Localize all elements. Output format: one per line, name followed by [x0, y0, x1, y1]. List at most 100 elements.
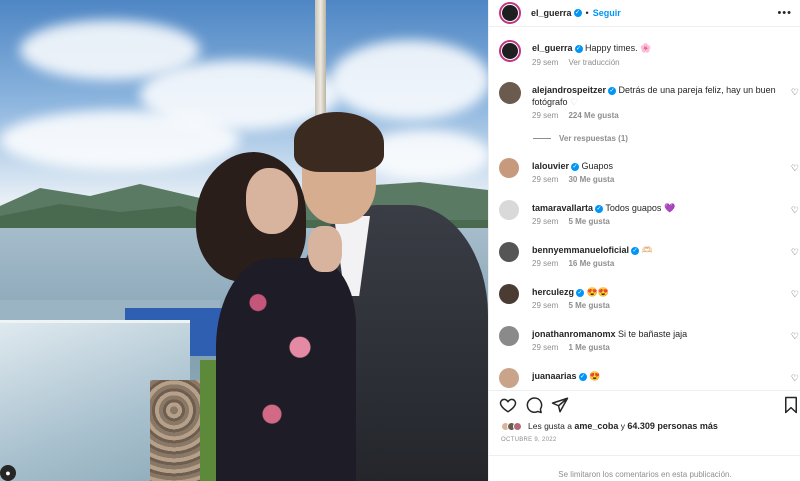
like-comment-icon[interactable]: ♡: [791, 205, 799, 216]
woman-dress: [216, 258, 356, 481]
comments-limited-notice: Se limitaron los comentarios en esta pub…: [489, 455, 800, 481]
comment-age: 29 sem: [532, 343, 559, 352]
comment-username[interactable]: tamaravallarta: [532, 203, 593, 213]
comment-age: 29 sem: [532, 259, 559, 268]
verified-icon: ✓: [573, 9, 582, 17]
woman-hand: [308, 226, 342, 272]
more-icon[interactable]: •••: [777, 7, 792, 19]
like-comment-icon[interactable]: ♡: [791, 247, 799, 258]
caption-body: el_guerra ✓ Happy times. 🌸: [532, 42, 782, 54]
author-username[interactable]: el_guerra: [531, 8, 572, 18]
comment-likes[interactable]: 224 Me gusta: [568, 111, 618, 120]
commenter-avatar[interactable]: [499, 158, 519, 178]
tagged-user-icon[interactable]: ●: [0, 465, 16, 481]
cloud: [330, 40, 488, 120]
comment-meta: 29 sem 1 Me gusta: [532, 343, 618, 352]
replies-line: [533, 138, 551, 140]
like-comment-icon[interactable]: ♡: [791, 87, 799, 98]
liker-avatar: [513, 421, 522, 431]
comment-body: jonathanromanomx Si te bañaste jaja: [532, 328, 782, 340]
commenter-avatar[interactable]: [499, 242, 519, 262]
comment-username[interactable]: lalouvier: [532, 161, 569, 171]
commenter-avatar[interactable]: [499, 368, 519, 388]
comment-age: 29 sem: [532, 175, 559, 184]
flower-emoji: 🌸: [640, 43, 652, 53]
comment-text: Si te bañaste jaja: [618, 329, 688, 339]
comment-username[interactable]: jonathanromanomx: [532, 329, 616, 339]
comment-username[interactable]: alejandrospeitzer: [532, 85, 606, 95]
comment-body: herculezg ✓ 😍😍: [532, 286, 782, 298]
view-replies-label: Ver respuestas (1): [559, 134, 628, 143]
caption-text: Happy times.: [585, 43, 638, 53]
man-hair: [294, 112, 384, 172]
share-icon[interactable]: [551, 396, 569, 414]
comment-username[interactable]: juanaarias: [532, 371, 577, 381]
likes-count[interactable]: 64.309 personas más: [627, 421, 718, 431]
comment-username[interactable]: herculezg: [532, 287, 574, 297]
comment-body: tamaravallarta ✓ Todos guapos 💜: [532, 202, 782, 214]
verified-icon: ✓: [631, 246, 640, 255]
post-side-panel: el_guerra ✓ • Seguir ••• el_guerra ✓ Happ…: [488, 0, 800, 481]
comment-likes[interactable]: 5 Me gusta: [568, 217, 609, 226]
likes-middle: y: [620, 421, 625, 431]
comment-icon[interactable]: [525, 396, 543, 414]
commenter-avatar[interactable]: [499, 82, 521, 104]
action-bar: [489, 390, 800, 418]
caption-username[interactable]: el_guerra: [532, 43, 573, 53]
post-header: el_guerra ✓ • Seguir •••: [489, 0, 800, 27]
verified-icon: ✓: [576, 288, 585, 297]
likes-prefix: Les gusta a: [528, 421, 572, 431]
commenter-avatar[interactable]: [499, 200, 519, 220]
comment-meta: 29 sem 16 Me gusta: [532, 259, 622, 268]
follow-button[interactable]: Seguir: [593, 8, 621, 18]
comment-text: Guapos: [581, 161, 614, 171]
comment-body: lalouvier ✓ Guapos: [532, 160, 782, 172]
commenter-avatar[interactable]: [499, 326, 519, 346]
comments-list[interactable]: el_guerra ✓ Happy times. 🌸 29 sem Ver tra…: [489, 28, 800, 388]
author-avatar[interactable]: [499, 2, 521, 24]
comment-text: 🫶🏻: [641, 245, 653, 255]
pole: [315, 0, 326, 125]
like-comment-icon[interactable]: ♡: [791, 163, 799, 174]
comment-text: 😍😍: [586, 287, 609, 297]
comment-username[interactable]: bennyemmanueloficial: [532, 245, 629, 255]
separator: •: [585, 8, 589, 18]
cloud: [0, 110, 240, 170]
caption-meta: 29 sem Ver traducción: [532, 58, 628, 67]
comment-body: alejandrospeitzer ✓ Detrás de una pareja …: [532, 84, 782, 108]
comment-age: 29 sem: [532, 301, 559, 310]
comment-likes[interactable]: 1 Me gusta: [568, 343, 609, 352]
like-comment-icon[interactable]: ♡: [791, 331, 799, 342]
caption-avatar[interactable]: [499, 40, 521, 62]
verified-icon: ✓: [574, 44, 583, 53]
likes-summary[interactable]: Les gusta a ame_coba y 64.309 personas m…: [501, 421, 718, 431]
commenter-avatar[interactable]: [499, 284, 519, 304]
view-replies[interactable]: Ver respuestas (1): [533, 134, 628, 143]
comment-likes[interactable]: 30 Me gusta: [568, 175, 614, 184]
purple-heart-emoji: 💜: [663, 203, 676, 213]
likes-user[interactable]: ame_coba: [574, 421, 618, 431]
comment-likes[interactable]: 16 Me gusta: [568, 259, 614, 268]
comment-meta: 29 sem 5 Me gusta: [532, 217, 618, 226]
comment-text: Todos guapos: [605, 203, 662, 213]
verified-icon: ✓: [578, 372, 587, 381]
woman-face: [246, 168, 298, 234]
heart-icon[interactable]: [499, 396, 517, 414]
comment-age: 29 sem: [532, 111, 559, 120]
like-comment-icon[interactable]: ♡: [791, 289, 799, 300]
caption-age[interactable]: 29 sem: [532, 58, 558, 67]
comment-body: juanaarias ✓ 😍: [532, 370, 782, 382]
like-comment-icon[interactable]: ♡: [791, 373, 799, 384]
post-date[interactable]: OCTUBRE 9, 2022: [501, 437, 557, 443]
post-photo[interactable]: ●: [0, 0, 488, 481]
comment-body: bennyemmanueloficial ✓ 🫶🏻: [532, 244, 782, 256]
bookmark-icon[interactable]: [783, 396, 799, 414]
verified-icon: ✓: [608, 86, 617, 95]
verified-icon: ✓: [571, 162, 580, 171]
verified-icon: ✓: [595, 204, 604, 213]
comment-meta: 29 sem 30 Me gusta: [532, 175, 622, 184]
comment-likes[interactable]: 5 Me gusta: [568, 301, 609, 310]
comment-text: 😍: [589, 371, 601, 381]
comment-age: 29 sem: [532, 217, 559, 226]
translate-link[interactable]: Ver traducción: [568, 58, 619, 67]
